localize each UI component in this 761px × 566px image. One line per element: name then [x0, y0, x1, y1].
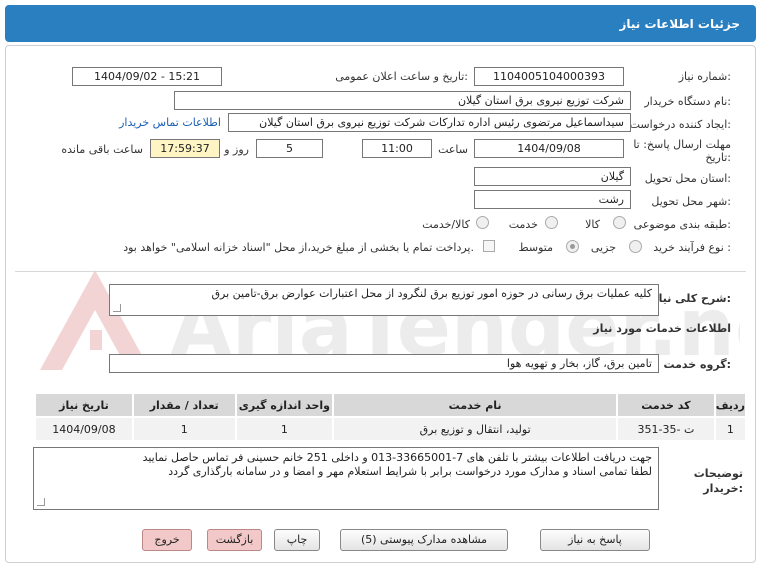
deadline-date-field: 1404/09/08: [474, 139, 624, 158]
process-radio-minor[interactable]: [629, 240, 642, 253]
buyer-notes-line-1: جهت دریافت اطلاعات بیشتر با تلفن های 7-3…: [142, 451, 652, 464]
services-heading: اطلاعات خدمات مورد نیاز: [593, 322, 731, 335]
reply-button[interactable]: پاسخ به نیاز: [540, 529, 650, 551]
section-divider: [15, 271, 746, 272]
days-field: 5: [256, 139, 323, 158]
col-header-service-name: نام خدمت: [332, 392, 619, 418]
buyer-notes-field: جهت دریافت اطلاعات بیشتر با تلفن های 7-3…: [33, 447, 659, 510]
buyer-notes-label: توضیحات خریدار:: [693, 467, 743, 495]
exit-button[interactable]: خروج: [142, 529, 192, 551]
cell-row-num: 1: [713, 416, 748, 442]
title-bar: جزئیات اطلاعات نیاز: [5, 5, 756, 42]
page-title: جزئیات اطلاعات نیاز: [619, 17, 740, 31]
col-header-need-date: تاریخ نیاز: [34, 392, 134, 418]
payment-note: پرداخت تمام یا بخشی از مبلغ خرید،از محل …: [123, 241, 474, 254]
cell-unit: 1: [234, 416, 335, 442]
service-group-field: تامین برق، گاز، بخار و تهویه هوا: [109, 354, 659, 373]
buyer-org-label: نام دستگاه خریدار:: [644, 95, 731, 108]
col-header-unit: واحد اندازه گیری: [234, 392, 335, 418]
announce-label: تاریخ و ساعت اعلان عمومی:: [335, 70, 468, 83]
deadline-label: مهلت ارسال پاسخ: تا تاریخ:: [633, 138, 731, 164]
category-radio-service[interactable]: [545, 216, 558, 229]
treasury-checkbox[interactable]: [483, 240, 495, 252]
creator-field: سیداسماعیل مرتضوی رئیس اداره تدارکات شرک…: [228, 113, 631, 132]
resize-handle[interactable]: [113, 304, 121, 312]
remaining-label: ساعت باقی مانده: [61, 143, 143, 156]
buyer-notes-line-2: لطفا تمامی اسناد و مدارک مورد درخواست بر…: [168, 465, 652, 478]
process-radio-medium[interactable]: [566, 240, 579, 253]
city-label: شهر محل تحویل:: [651, 195, 731, 208]
time-label: ساعت: [438, 143, 468, 156]
services-table: ردیف کد خدمت نام خدمت واحد اندازه گیری ت…: [34, 392, 748, 442]
cell-need-date: 1404/09/08: [34, 416, 134, 442]
table-row: 1 ت -35-351 تولید، انتقال و توزیع برق 1 …: [34, 416, 748, 442]
cell-service-name: تولید، انتقال و توزیع برق: [332, 416, 619, 442]
category-option-service: خدمت: [508, 218, 538, 231]
category-label: طبقه بندی موضوعی:: [633, 218, 731, 231]
summary-label: شرح کلی نیاز:: [652, 292, 731, 305]
buyer-org-field: شرکت توزیع نیروی برق استان گیلان: [174, 91, 631, 110]
table-header-row: ردیف کد خدمت نام خدمت واحد اندازه گیری ت…: [34, 392, 748, 418]
cell-quantity: 1: [131, 416, 237, 442]
announce-datetime-field: 1404/09/02 - 15:21: [72, 67, 222, 86]
col-header-service-code: کد خدمت: [616, 392, 716, 418]
category-radio-goods[interactable]: [613, 216, 626, 229]
service-group-label: گروه خدمت:: [663, 358, 731, 371]
resize-handle[interactable]: [37, 498, 45, 506]
cell-service-code: ت -35-351: [616, 416, 716, 442]
process-label: نوع فرآیند خرید :: [653, 241, 731, 254]
deadline-time-field: 11:00: [362, 139, 432, 158]
need-number-label: شماره نیاز:: [678, 70, 731, 83]
col-header-quantity: تعداد / مقدار: [131, 392, 237, 418]
province-label: استان محل تحویل:: [644, 172, 731, 185]
buyer-contact-link[interactable]: اطلاعات تماس خریدار: [119, 116, 221, 129]
process-option-medium: متوسط: [518, 241, 553, 254]
need-number-field: 1104005104000393: [474, 67, 624, 86]
remaining-time-field: 17:59:37: [150, 139, 220, 158]
category-option-goods-service: کالا/خدمت: [422, 218, 470, 231]
col-header-row-num: ردیف: [713, 392, 748, 418]
days-label: روز و: [224, 143, 249, 156]
print-button[interactable]: چاپ: [274, 529, 320, 551]
view-documents-button[interactable]: مشاهده مدارک پیوستی (5): [340, 529, 508, 551]
summary-field: کلیه عملیات برق رسانی در حوزه امور توزیع…: [109, 284, 659, 316]
category-option-goods: کالا: [585, 218, 600, 231]
back-button[interactable]: بازگشت: [207, 529, 262, 551]
city-field: رشت: [474, 190, 631, 209]
creator-label: ایجاد کننده درخواست:: [629, 118, 731, 131]
province-field: گیلان: [474, 167, 631, 186]
category-radio-goods-service[interactable]: [476, 216, 489, 229]
process-option-minor: جزیی: [590, 241, 616, 254]
summary-text: کلیه عملیات برق رسانی در حوزه امور توزیع…: [211, 287, 652, 300]
